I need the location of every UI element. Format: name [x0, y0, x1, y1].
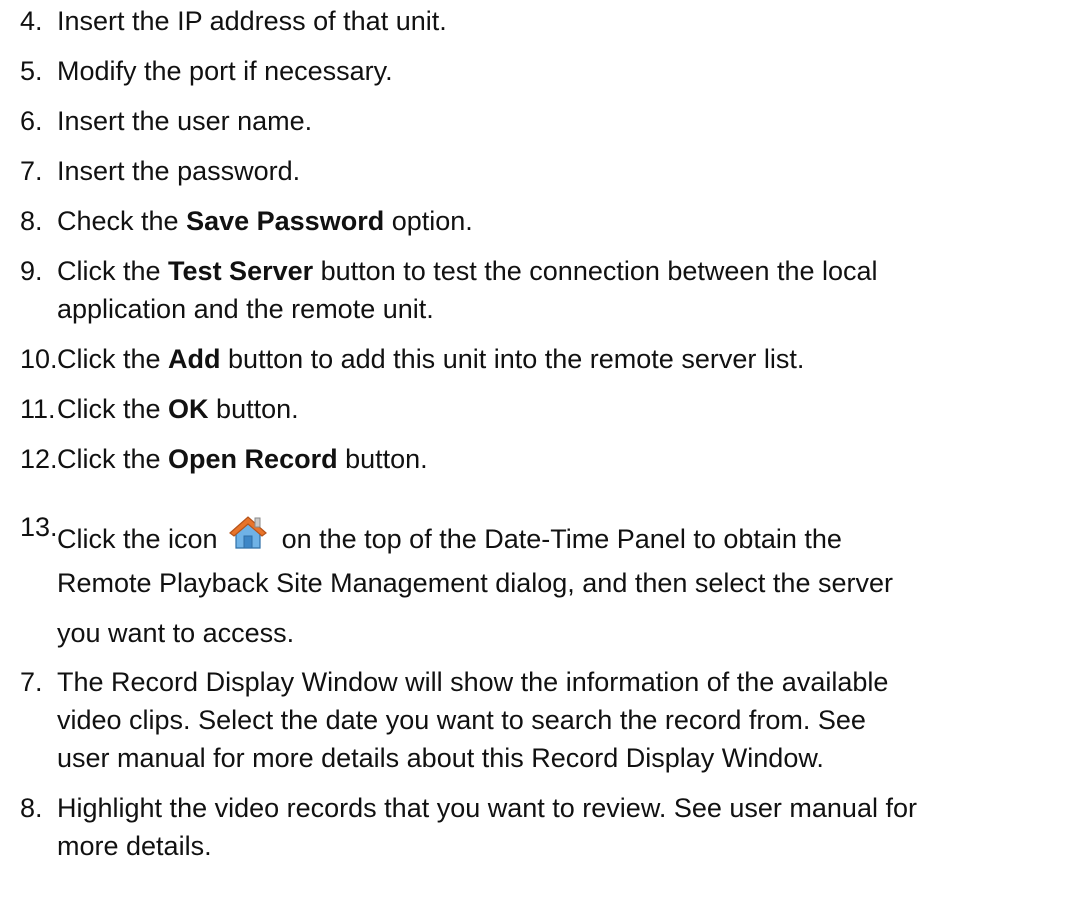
step-text-continuation: you want to access.	[57, 618, 295, 648]
step-text-pre: Click the	[57, 344, 169, 374]
step-text-post: on the top of the Date-Time Panel to obt…	[281, 524, 842, 554]
step-number: 4.	[20, 6, 43, 36]
step-number: 7.	[20, 156, 43, 186]
step-text: Modify the port if necessary.	[57, 56, 393, 86]
step-text-pre: Check the	[57, 206, 187, 236]
step-number: 6.	[20, 106, 43, 136]
step-text-continuation: application and the remote unit.	[57, 294, 434, 324]
step-text-post: button to add this unit into the remote …	[220, 344, 805, 374]
step-text: Insert the password.	[57, 156, 301, 186]
step-text: Click the Open Record button.	[57, 446, 428, 473]
step-number: 11.	[20, 394, 56, 424]
step-text-post: button to test the connection between th…	[313, 256, 878, 286]
step-text-continuation: video clips. Select the date you want to…	[57, 705, 866, 735]
step-text-pre: Click the	[57, 394, 169, 424]
step-text: Insert the user name.	[57, 106, 313, 136]
step-text-pre: Click the icon	[57, 524, 218, 554]
step-text: Click the OK button.	[57, 396, 299, 423]
step-number: 9.	[20, 256, 43, 286]
step-number: 10.	[20, 344, 58, 374]
step-text-pre: Click the	[57, 444, 169, 474]
step-number: 8.	[20, 206, 43, 236]
step-number: 8.	[20, 793, 43, 823]
step-text-post: button.	[337, 444, 428, 474]
ui-term-test-server: Test Server	[168, 256, 314, 286]
step-text-continuation: Remote Playback Site Management dialog, …	[57, 568, 893, 598]
ui-term-open-record: Open Record	[168, 444, 338, 474]
step-text: Check the Save Password option.	[57, 208, 473, 235]
step-text-continuation: user manual for more details about this …	[57, 743, 824, 773]
step-text: Click the icon on the top of the Date-Ti…	[57, 514, 842, 553]
step-text-pre: Click the	[57, 256, 169, 286]
ui-term-save-password: Save Password	[186, 206, 385, 236]
document-page: 4. Insert the IP address of that unit. 5…	[0, 0, 1075, 899]
step-text: Insert the IP address of that unit.	[57, 6, 447, 36]
step-number: 7.	[20, 667, 43, 697]
step-text: The Record Display Window will show the …	[57, 667, 889, 697]
step-text-post: option.	[384, 206, 473, 236]
step-number: 5.	[20, 56, 43, 86]
step-text: Click the Test Server button to test the…	[57, 258, 878, 285]
ui-term-add: Add	[168, 344, 221, 374]
step-number: 12.	[20, 444, 58, 474]
home-icon	[228, 514, 268, 550]
step-text: Highlight the video records that you wan…	[57, 793, 917, 823]
step-text: Click the Add button to add this unit in…	[57, 346, 804, 373]
ui-term-ok: OK	[168, 394, 209, 424]
step-text-continuation: more details.	[57, 831, 212, 861]
step-text-post: button.	[208, 394, 299, 424]
step-number: 13.	[20, 512, 58, 542]
